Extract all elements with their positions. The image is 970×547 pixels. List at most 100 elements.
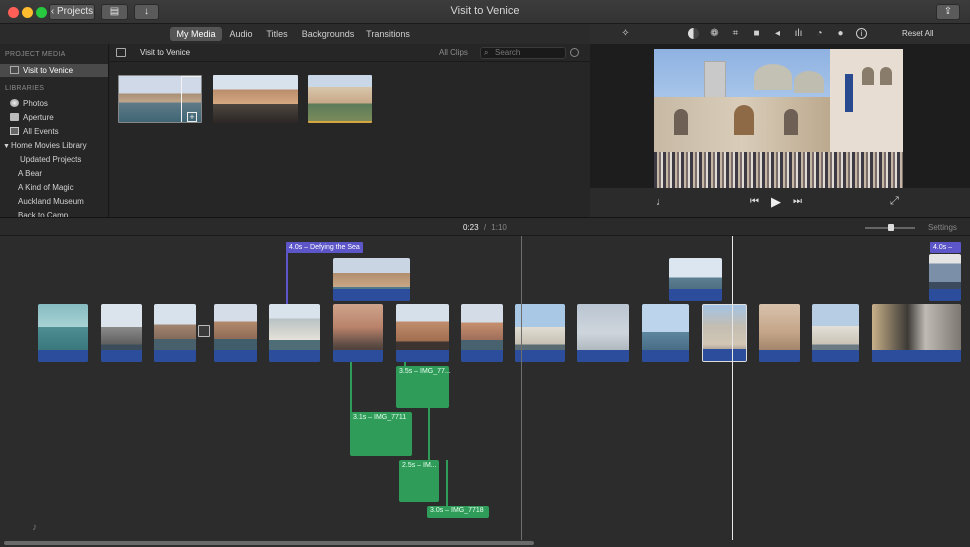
clip-audio-waveform [929, 289, 961, 301]
tab-transitions[interactable]: Transitions [362, 27, 414, 41]
tab-audio[interactable]: Audio [226, 27, 256, 41]
clip-audio-waveform [872, 350, 961, 362]
sidebar-item-photos[interactable]: Photos [0, 97, 108, 110]
noise-reduction-icon[interactable]: ● [835, 28, 846, 39]
clip-filter-dropdown[interactable]: All Clips [439, 48, 468, 57]
play-icon[interactable]: ▶ [771, 194, 781, 210]
cutaway-clip[interactable] [669, 258, 722, 301]
clip-audio-waveform [461, 350, 503, 362]
sidebar-toggle-icon[interactable] [116, 48, 126, 57]
sidebar-event-item[interactable]: Auckland Museum [0, 195, 108, 208]
audio-clip[interactable]: 3.1s – IMG_7711 [350, 412, 412, 456]
sidebar-event-item[interactable]: Updated Projects [0, 153, 108, 166]
cutaway-clip[interactable] [333, 258, 410, 301]
stabilization-icon[interactable]: ■ [751, 28, 762, 39]
playhead[interactable] [732, 236, 733, 540]
timeline-clip[interactable] [461, 304, 503, 362]
timeline-clip[interactable] [759, 304, 800, 362]
sidebar-event-item[interactable]: A Kind of Magic [0, 181, 108, 194]
volume-icon[interactable]: ◂ [772, 28, 783, 39]
clip-audio-waveform [269, 350, 320, 362]
audio-clip[interactable]: 3.0s – IMG_7718 [427, 506, 489, 518]
timeline-settings-button[interactable]: Settings [928, 223, 957, 232]
skip-back-icon[interactable]: ⏮ [750, 196, 759, 207]
timeline-clip[interactable] [101, 304, 142, 362]
horizontal-scrollbar[interactable] [4, 541, 534, 545]
timeline-clip[interactable] [812, 304, 859, 362]
timeline-clip[interactable] [515, 304, 565, 362]
media-browser: Visit to Venice All Clips ⌕ Search + [110, 44, 590, 217]
timeline-clip[interactable] [333, 304, 383, 362]
transition-icon[interactable] [198, 325, 210, 337]
fullscreen-icon[interactable]: ⤢ [890, 195, 899, 208]
audio-meter-icon[interactable]: ♪ [32, 522, 37, 533]
timeline-clip[interactable] [38, 304, 88, 362]
tab-my-media[interactable]: My Media [170, 27, 222, 41]
crowd-shape [654, 152, 903, 188]
timeline-area[interactable]: 4.0s – Defying the Sea 4.0s – 3.5s – IMG… [0, 236, 970, 547]
sidebar-item-visit-to-venice[interactable]: Visit to Venice [0, 64, 108, 77]
library-sidebar: PROJECT MEDIA Visit to Venice LIBRARIES … [0, 44, 109, 217]
clip-audio-waveform [396, 350, 449, 362]
tab-backgrounds[interactable]: Backgrounds [300, 27, 356, 41]
playback-controls: ♩ ⏮ ▶ ⏭ ⤢ [590, 188, 970, 217]
crop-icon[interactable]: ⌗ [730, 28, 741, 39]
timeline-clip[interactable] [872, 304, 961, 362]
tab-titles[interactable]: Titles [262, 27, 292, 41]
current-time: 0:23 [463, 223, 479, 232]
clip-audio-waveform [154, 350, 196, 362]
add-clip-icon[interactable]: + [187, 112, 197, 122]
total-time: 1:10 [491, 223, 507, 232]
arch-shape [784, 109, 798, 135]
color-balance-icon[interactable] [688, 28, 699, 39]
share-button[interactable]: ⇪ [936, 4, 960, 20]
arch-shape [734, 105, 754, 135]
viewer-panel: ✧ ❁ ⌗ ■ ◂ ılı ◔ ● i Reset All ♩ ⏮ ▶ ⏭ ⤢ [590, 24, 970, 217]
clip-audio-waveform [642, 350, 689, 362]
sidebar-item-aperture[interactable]: Aperture [0, 111, 108, 124]
magic-wand-icon[interactable]: ✧ [620, 28, 631, 39]
sidebar-event-item[interactable]: A Bear [0, 167, 108, 180]
timeline-header: 0:23 / 1:10 Settings [0, 217, 970, 236]
audio-connector [350, 362, 352, 414]
title-clip[interactable]: 4.0s – [930, 242, 961, 253]
timeline-clip[interactable] [577, 304, 629, 362]
timeline-clip[interactable] [214, 304, 257, 362]
share-icon: ⇪ [943, 6, 953, 17]
sidebar-item-home-movies-library[interactable]: ▼Home Movies Library [0, 139, 108, 153]
media-clip[interactable] [308, 75, 372, 123]
color-correction-icon[interactable]: ❁ [709, 28, 720, 39]
events-icon [10, 127, 19, 135]
skip-forward-icon[interactable]: ⏭ [793, 196, 802, 207]
palace-facade-shape [830, 49, 903, 154]
zoom-slider[interactable] [865, 224, 915, 231]
speed-icon[interactable]: ◔ [814, 28, 825, 39]
info-icon[interactable]: i [856, 28, 867, 39]
project-media-header: PROJECT MEDIA [5, 51, 66, 58]
clip-audio-waveform [101, 350, 142, 362]
media-clip[interactable] [213, 75, 298, 123]
timeline-clip[interactable] [269, 304, 320, 362]
timeline-clip-selected[interactable] [702, 304, 747, 362]
sidebar-item-all-events[interactable]: All Events [0, 125, 108, 138]
timeline-clip[interactable] [642, 304, 689, 362]
timeline-clip[interactable] [154, 304, 196, 362]
title-clip[interactable]: 4.0s – Defying the Sea [286, 242, 363, 253]
browser-settings-icon[interactable] [570, 48, 579, 57]
cutaway-clip[interactable] [929, 254, 961, 301]
media-clip[interactable]: + [118, 75, 202, 123]
sidebar-event-item[interactable]: Back to Camp [0, 209, 108, 217]
microphone-icon[interactable]: ♩ [656, 196, 667, 208]
search-field[interactable]: ⌕ Search [480, 47, 566, 59]
clip-audio-waveform [812, 350, 859, 362]
zoom-slider-thumb[interactable] [888, 224, 894, 231]
video-preview[interactable] [590, 44, 970, 188]
reset-all-button[interactable]: Reset All [902, 29, 934, 38]
audio-clip[interactable]: 2.5s – IM... [399, 460, 439, 502]
equalizer-icon[interactable]: ılı [793, 28, 804, 39]
audio-clip[interactable]: 3.5s – IMG_77... [396, 366, 451, 408]
timeline-clip[interactable] [396, 304, 449, 362]
clip-audio-waveform [577, 350, 629, 362]
disclosure-triangle-icon[interactable]: ▼ [3, 140, 11, 153]
skimmer-line [521, 236, 522, 540]
